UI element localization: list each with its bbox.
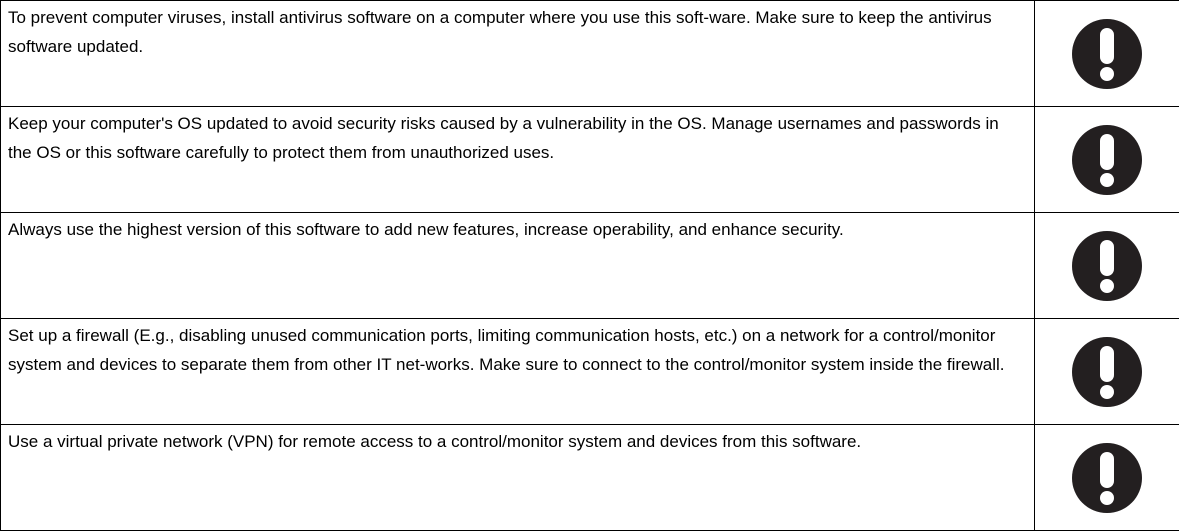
notice-icon-cell xyxy=(1034,0,1179,107)
notice-icon-cell xyxy=(1034,424,1179,531)
notice-text-antivirus: To prevent computer viruses, install ant… xyxy=(0,0,1035,107)
security-notice-table: To prevent computer viruses, install ant… xyxy=(0,0,1179,531)
notice-text-firewall: Set up a firewall (E.g., disabling unuse… xyxy=(0,318,1035,425)
mandatory-action-icon xyxy=(1071,442,1143,514)
mandatory-action-icon xyxy=(1071,336,1143,408)
notice-icon-cell xyxy=(1034,212,1179,319)
mandatory-action-icon xyxy=(1071,124,1143,196)
notice-row-latest-version: Always use the highest version of this s… xyxy=(0,212,1179,319)
notice-text-os-updates: Keep your computer's OS updated to avoid… xyxy=(0,106,1035,213)
notice-row-vpn: Use a virtual private network (VPN) for … xyxy=(0,424,1179,531)
notice-row-os-updates: Keep your computer's OS updated to avoid… xyxy=(0,106,1179,213)
notice-text-latest-version: Always use the highest version of this s… xyxy=(0,212,1035,319)
mandatory-action-icon xyxy=(1071,18,1143,90)
notice-icon-cell xyxy=(1034,106,1179,213)
notice-row-antivirus: To prevent computer viruses, install ant… xyxy=(0,0,1179,107)
notice-icon-cell xyxy=(1034,318,1179,425)
notice-text-vpn: Use a virtual private network (VPN) for … xyxy=(0,424,1035,531)
mandatory-action-icon xyxy=(1071,230,1143,302)
notice-row-firewall: Set up a firewall (E.g., disabling unuse… xyxy=(0,318,1179,425)
